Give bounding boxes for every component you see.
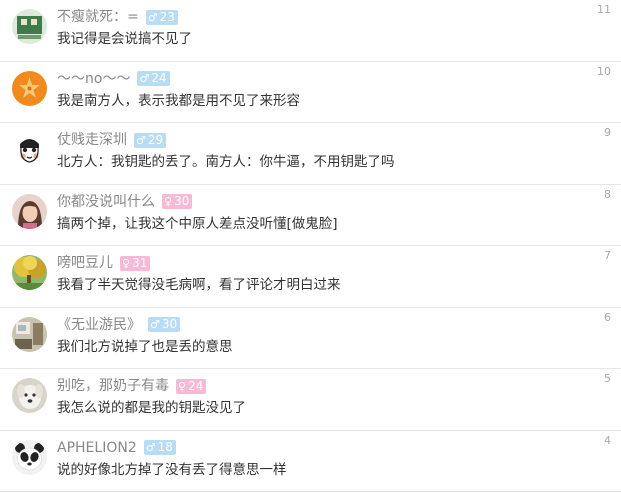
- age-value: 30: [174, 194, 189, 209]
- floor-number: 9: [604, 126, 611, 140]
- comment-text: 我记得是会说搞不见了: [57, 30, 192, 48]
- comment-item: APHELION2 ♂18 说的好像北方掉了没有丢了得意思一样 4: [0, 431, 621, 492]
- tree-photo-avatar[interactable]: [12, 255, 47, 290]
- male-icon: ♂: [139, 71, 149, 86]
- comment-text: 我们北方说掉了也是丢的意思: [57, 338, 233, 356]
- comment-text: 说的好像北方掉了没有丢了得意思一样: [57, 461, 287, 479]
- comment-item: ～～no～～ ♂24 我是南方人，表示我都是用不见了来形容 10: [0, 62, 621, 124]
- username[interactable]: 嗙吧豆儿: [57, 253, 113, 273]
- floor-number: 4: [604, 434, 611, 448]
- pixel-art-avatar[interactable]: [12, 9, 47, 44]
- comment-text: 北方人：我钥匙的丢了。南方人：你牛逼，不用钥匙了吗: [57, 153, 395, 171]
- male-icon: ♂: [146, 440, 156, 455]
- male-icon: ♂: [136, 133, 146, 148]
- floor-number: 6: [604, 311, 611, 325]
- cartoon-face-avatar[interactable]: [12, 132, 47, 167]
- gender-age-badge: ♂24: [137, 71, 169, 86]
- comment-item: 你都没说叫什么 ♀30 搞两个掉，让我这个中原人差点没听懂[做鬼脸] 8: [0, 185, 621, 247]
- username[interactable]: 不瘦就死：=: [57, 7, 139, 27]
- male-icon: ♂: [148, 10, 158, 25]
- comment-item: 别吃，那奶子有毒 ♀24 我怎么说的都是我的钥匙没见了 5: [0, 369, 621, 431]
- starfish-avatar[interactable]: [12, 71, 47, 106]
- woman-photo-avatar[interactable]: [12, 194, 47, 229]
- username[interactable]: 别吃，那奶子有毒: [57, 376, 169, 396]
- room-photo-avatar[interactable]: [12, 317, 47, 352]
- comment-list: 不瘦就死：= ♂23 我记得是会说搞不见了 11 ～～no～～ ♂24 我是南方…: [0, 0, 621, 492]
- dog-photo-avatar[interactable]: [12, 378, 47, 413]
- gender-age-badge: ♀31: [120, 256, 150, 271]
- age-value: 23: [160, 10, 175, 25]
- gender-age-badge: ♂29: [134, 133, 166, 148]
- floor-number: 7: [604, 249, 611, 263]
- comment-item: 嗙吧豆儿 ♀31 我看了半天觉得没毛病啊，看了评论才明白过来 7: [0, 246, 621, 308]
- panda-avatar[interactable]: [12, 440, 47, 475]
- age-value: 24: [188, 379, 203, 394]
- floor-number: 10: [597, 65, 611, 79]
- age-value: 29: [148, 133, 163, 148]
- age-value: 30: [162, 317, 177, 332]
- age-value: 24: [151, 71, 166, 86]
- comment-text: 我怎么说的都是我的钥匙没见了: [57, 399, 246, 417]
- username[interactable]: 《无业游民》: [57, 315, 141, 335]
- comment-item: 《无业游民》 ♂30 我们北方说掉了也是丢的意思 6: [0, 308, 621, 370]
- female-icon: ♀: [164, 194, 172, 209]
- comment-item: 不瘦就死：= ♂23 我记得是会说搞不见了 11: [0, 0, 621, 62]
- age-value: 31: [132, 256, 147, 271]
- floor-number: 5: [604, 372, 611, 386]
- floor-number: 11: [597, 3, 611, 17]
- female-icon: ♀: [178, 379, 186, 394]
- username[interactable]: ～～no～～: [57, 69, 130, 89]
- female-icon: ♀: [122, 256, 130, 271]
- age-value: 18: [158, 440, 173, 455]
- comment-text: 我看了半天觉得没毛病啊，看了评论才明白过来: [57, 276, 341, 294]
- username[interactable]: 仗贱走深圳: [57, 130, 127, 150]
- comment-text: 搞两个掉，让我这个中原人差点没听懂[做鬼脸]: [57, 215, 338, 233]
- gender-age-badge: ♂30: [148, 317, 180, 332]
- male-icon: ♂: [150, 317, 160, 332]
- username[interactable]: APHELION2: [57, 438, 137, 458]
- username[interactable]: 你都没说叫什么: [57, 192, 155, 212]
- comment-text: 我是南方人，表示我都是用不见了来形容: [57, 92, 300, 110]
- gender-age-badge: ♀24: [176, 379, 206, 394]
- gender-age-badge: ♂18: [144, 440, 176, 455]
- comment-item: 仗贱走深圳 ♂29 北方人：我钥匙的丢了。南方人：你牛逼，不用钥匙了吗 9: [0, 123, 621, 185]
- floor-number: 8: [604, 188, 611, 202]
- gender-age-badge: ♀30: [162, 194, 192, 209]
- gender-age-badge: ♂23: [146, 10, 178, 25]
